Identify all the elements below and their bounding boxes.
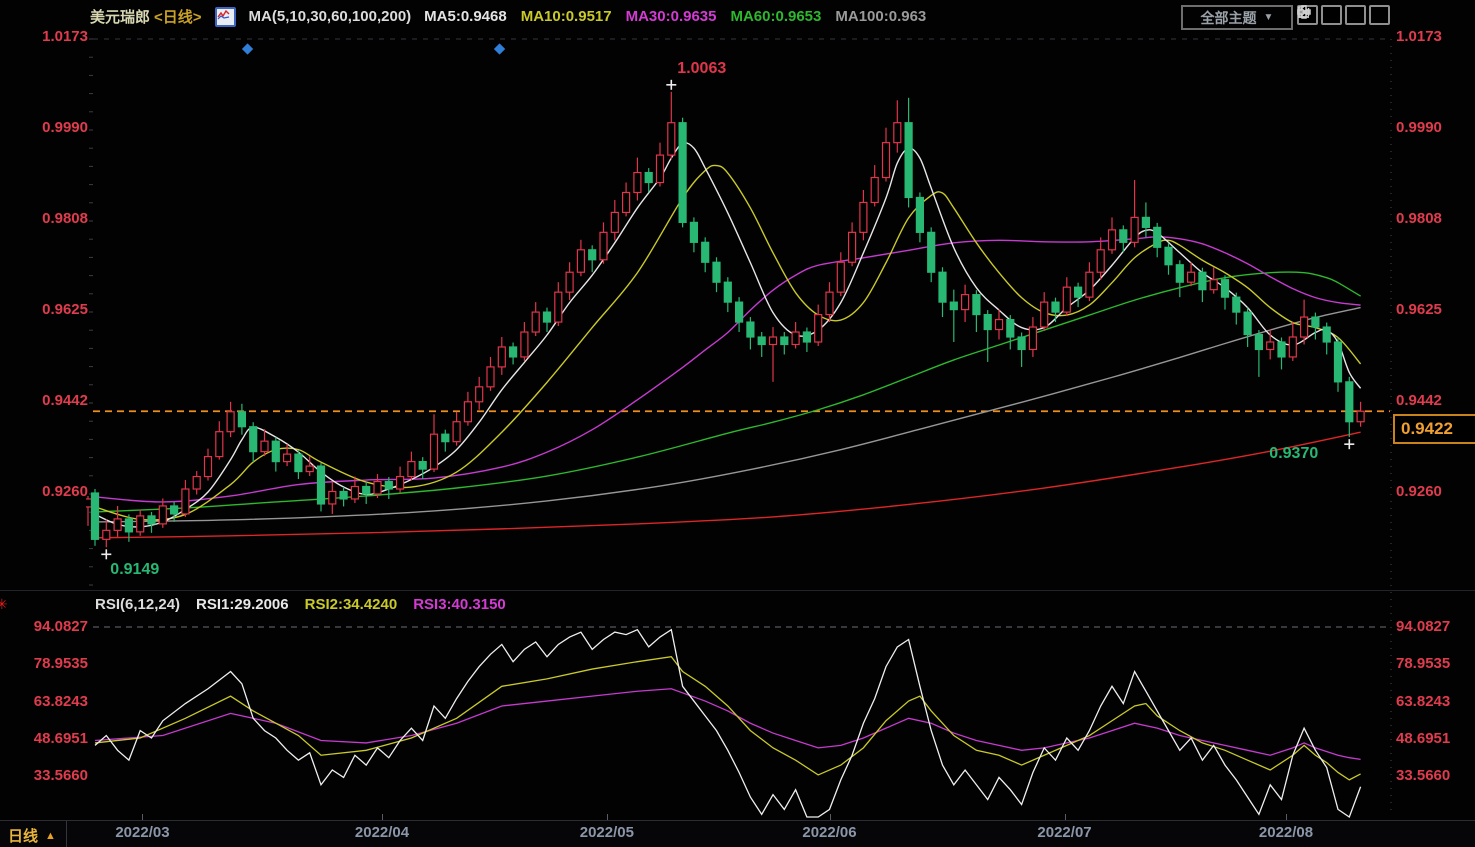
rsi-header: RSI(6,12,24) RSI1:29.2006RSI2:34.4240RSI…	[95, 596, 506, 613]
rsi-line-rsi2	[95, 657, 1361, 780]
y-axis-label: 0.9442	[28, 392, 88, 409]
chevron-down-icon: ▼	[1264, 12, 1274, 23]
x-axis-label: 2022/07	[1020, 824, 1110, 841]
theme-dropdown-label: 全部主题	[1201, 8, 1257, 28]
y-axis-label: 0.9990	[28, 119, 88, 136]
event-diamond-marker[interactable]	[242, 43, 253, 54]
ma-line-ma10	[95, 165, 1361, 520]
y-axis-label: 0.9808	[1396, 210, 1456, 227]
rsi-axis-label: 78.9535	[26, 655, 88, 672]
x-axis-tick	[607, 814, 608, 820]
triangle-up-icon: ▲	[45, 830, 56, 842]
rsi-value: RSI2:34.4240	[305, 596, 398, 613]
y-axis-label: 0.9260	[1396, 483, 1456, 500]
y-axis-label: 0.9808	[28, 210, 88, 227]
ma-value: MA10:0.9517	[521, 8, 612, 25]
exit-right-icon[interactable]	[1369, 5, 1390, 25]
rsi-axis-label: 78.9535	[1396, 655, 1456, 672]
y-axis-label: 0.9260	[28, 483, 88, 500]
rsi-axis-label: 94.0827	[26, 618, 88, 635]
x-axis-label: 2022/03	[97, 824, 187, 841]
ma-value: MA30:0.9635	[626, 8, 717, 25]
shift-left-icon[interactable]	[1321, 5, 1342, 25]
y-axis-label: 0.9625	[28, 301, 88, 318]
rsi-axis-label: 33.5660	[1396, 767, 1456, 784]
y-axis-label: 0.9442	[1396, 392, 1456, 409]
period-tab-daily[interactable]: 日线 ▲	[8, 825, 56, 846]
ma-settings-label: MA(5,10,30,60,100,200)	[249, 8, 412, 25]
rsi-axis-label: 48.6951	[26, 730, 88, 747]
current-price-tag: 0.9422	[1393, 414, 1475, 444]
x-axis-tick	[1065, 814, 1066, 820]
x-axis-label: 2022/04	[337, 824, 427, 841]
panel-divider	[0, 590, 1475, 591]
rsi-value: RSI1:29.2006	[196, 596, 289, 613]
low-first-label: 0.9149	[110, 561, 159, 579]
peak-high-label: 1.0063	[677, 60, 726, 78]
x-axis-tick	[382, 814, 383, 820]
chart-header: 美元瑞郎 <日线> MA(5,10,30,60,100,200) MA5:0.9…	[90, 6, 926, 27]
period-tab-label: 日线	[8, 825, 38, 846]
ma-values: MA5:0.9468 MA10:0.9517 MA30:0.9635 MA60:0.9…	[424, 8, 926, 25]
ma-value: MA5:0.9468	[424, 8, 507, 25]
chart-toolbar	[1297, 5, 1390, 25]
ma-line-ma30	[95, 237, 1361, 502]
ma-line-ma5	[95, 143, 1361, 527]
rsi-axis-label: 63.8243	[26, 693, 88, 710]
theme-dropdown[interactable]: 全部主题 ▼	[1181, 5, 1293, 30]
x-axis-tick	[142, 814, 143, 820]
rsi-axis-label: 63.8243	[1396, 693, 1456, 710]
x-axis-label: 2022/08	[1241, 824, 1331, 841]
bottom-bar-separator	[66, 821, 67, 847]
rsi-value: RSI3:40.3150	[413, 596, 506, 613]
y-axis-label: 0.9990	[1396, 119, 1456, 136]
mini-chart-icon[interactable]	[215, 7, 236, 27]
rsi-axis-label: 94.0827	[1396, 618, 1456, 635]
shift-right-icon[interactable]	[1345, 5, 1366, 25]
x-axis-label: 2022/06	[785, 824, 875, 841]
x-axis-label: 2022/05	[562, 824, 652, 841]
rsi-line-rsi1	[95, 630, 1361, 817]
y-axis-label: 0.9625	[1396, 301, 1456, 318]
symbol-name: 美元瑞郎	[90, 6, 150, 27]
rsi-axis-label: 33.5660	[26, 767, 88, 784]
y-axis-label: 1.0173	[28, 28, 88, 45]
low-recent-label: 0.9370	[1269, 445, 1318, 463]
y-axis-label: 1.0173	[1396, 28, 1456, 45]
ma-line-ma100	[95, 308, 1361, 522]
chart-plot-area[interactable]	[0, 0, 1475, 847]
rsi-values: RSI1:29.2006 RSI2:34.4240 RSI3:40.3150	[196, 596, 506, 613]
alert-burst-icon: ✳	[0, 596, 8, 613]
ma-value: MA60:0.9653	[730, 8, 821, 25]
ma-value: MA100:0.963	[835, 8, 926, 25]
period-tag: <日线>	[154, 6, 202, 27]
event-diamond-marker[interactable]	[494, 43, 505, 54]
rsi-axis-label: 48.6951	[1396, 730, 1456, 747]
x-axis-tick	[830, 814, 831, 820]
rsi-settings-label: RSI(6,12,24)	[95, 596, 180, 613]
chart-window: 美元瑞郎 <日线> MA(5,10,30,60,100,200) MA5:0.9…	[0, 0, 1475, 847]
x-axis-tick	[1286, 814, 1287, 820]
